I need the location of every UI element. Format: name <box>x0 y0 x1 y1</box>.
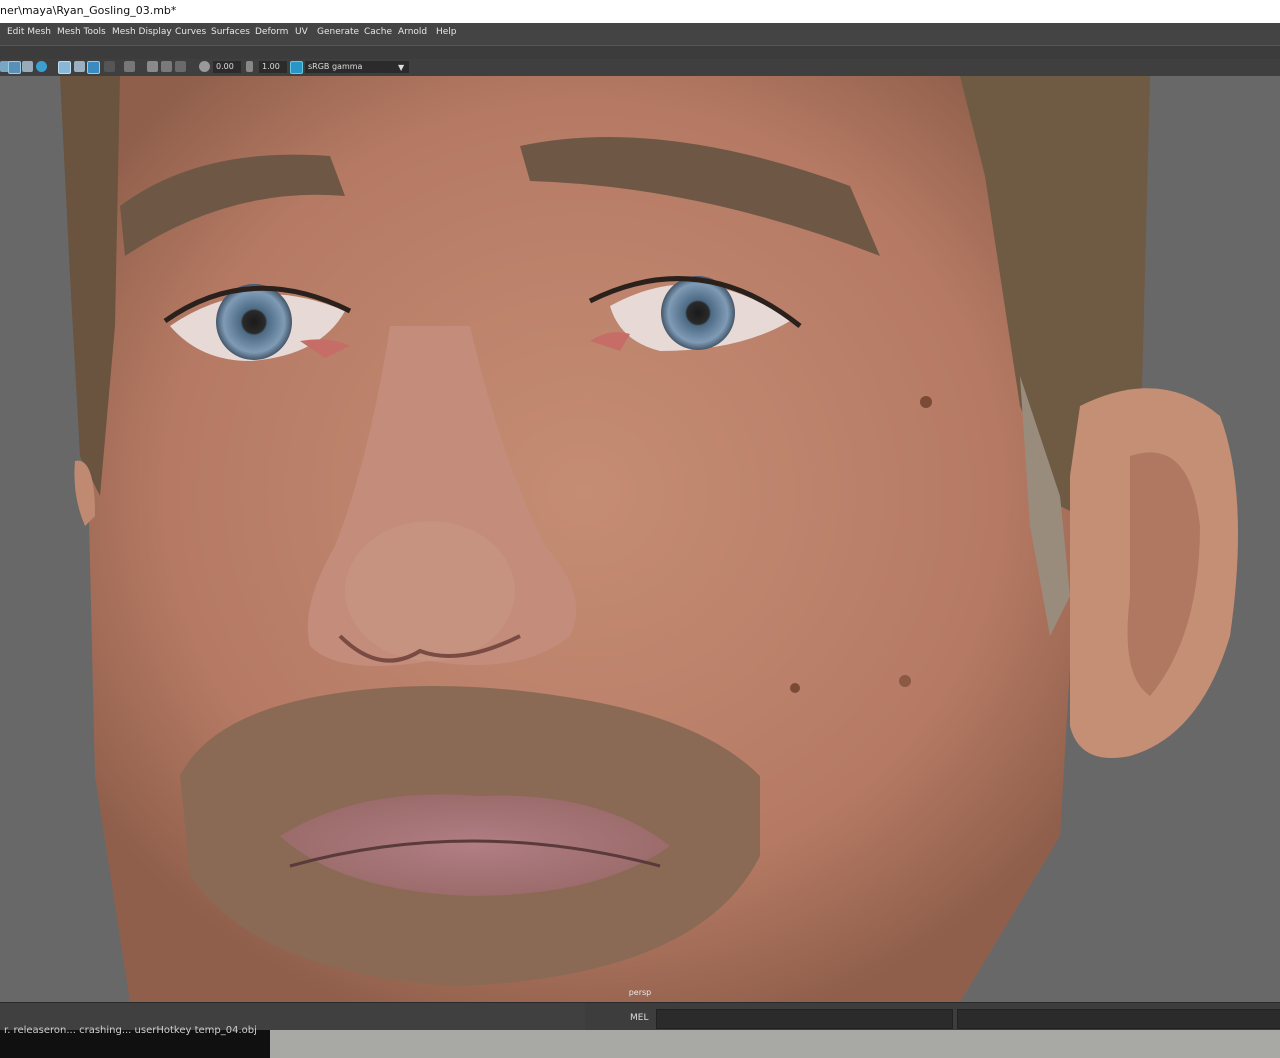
desktop-area <box>270 1030 1280 1058</box>
camera-select-icon[interactable] <box>124 61 135 72</box>
texture-icon[interactable] <box>8 61 21 74</box>
viewport-persp[interactable]: persp <box>0 76 1280 1002</box>
xray-joints-icon[interactable] <box>104 61 115 72</box>
command-input[interactable] <box>656 1009 953 1029</box>
shelf-gap <box>0 45 1280 60</box>
menu-mesh-display[interactable]: Mesh Display <box>112 27 172 37</box>
menu-edit-mesh[interactable]: Edit Mesh <box>7 27 51 37</box>
menu-deform[interactable]: Deform <box>255 27 288 37</box>
wireframe-on-shaded-icon[interactable] <box>87 61 100 74</box>
light-icon[interactable] <box>22 61 33 72</box>
menu-uv[interactable]: UV <box>295 27 308 37</box>
resolution-icon[interactable] <box>175 61 186 72</box>
gamma-icon[interactable] <box>246 61 253 72</box>
title-bar: ner\maya\Ryan_Gosling_03.mb* <box>0 0 1280 24</box>
status-strip: r. releaseron... crashing... userHotkey … <box>0 1025 1280 1058</box>
menu-cache[interactable]: Cache <box>364 27 392 37</box>
menu-mesh-tools[interactable]: Mesh Tools <box>57 27 106 37</box>
exposure-icon[interactable] <box>199 61 210 72</box>
status-text: r. releaseron... crashing... userHotkey … <box>4 1025 257 1036</box>
xray-icon[interactable] <box>74 61 85 72</box>
window-title: ner\maya\Ryan_Gosling_03.mb* <box>0 4 177 17</box>
menu-bar: Edit Mesh Mesh Tools Mesh Display Curves… <box>0 23 1280 45</box>
color-management-icon[interactable] <box>290 61 303 74</box>
command-result-field <box>957 1009 1280 1029</box>
status-panel: r. releaseron... crashing... userHotkey … <box>0 1025 270 1058</box>
mel-toggle[interactable]: MEL <box>630 1013 648 1023</box>
color-space-select[interactable]: sRGB gamma <box>305 61 409 73</box>
shadow-icon[interactable] <box>36 61 47 72</box>
gate-icon[interactable] <box>147 61 158 72</box>
gamma-field[interactable]: 1.00 <box>259 61 287 73</box>
grid-icon[interactable] <box>161 61 172 72</box>
viewport-toolbar: 0.00 1.00 sRGB gamma ▼ <box>0 59 1280 76</box>
menu-generate[interactable]: Generate <box>317 27 359 37</box>
menu-arnold[interactable]: Arnold <box>398 27 427 37</box>
chevron-down-icon[interactable]: ▼ <box>398 63 404 72</box>
face-render <box>60 76 1238 1002</box>
camera-label: persp <box>628 988 652 997</box>
isolate-icon[interactable] <box>58 61 71 74</box>
menu-curves[interactable]: Curves <box>175 27 206 37</box>
menu-help[interactable]: Help <box>436 27 457 37</box>
menu-surfaces[interactable]: Surfaces <box>211 27 250 37</box>
exposure-field[interactable]: 0.00 <box>213 61 241 73</box>
